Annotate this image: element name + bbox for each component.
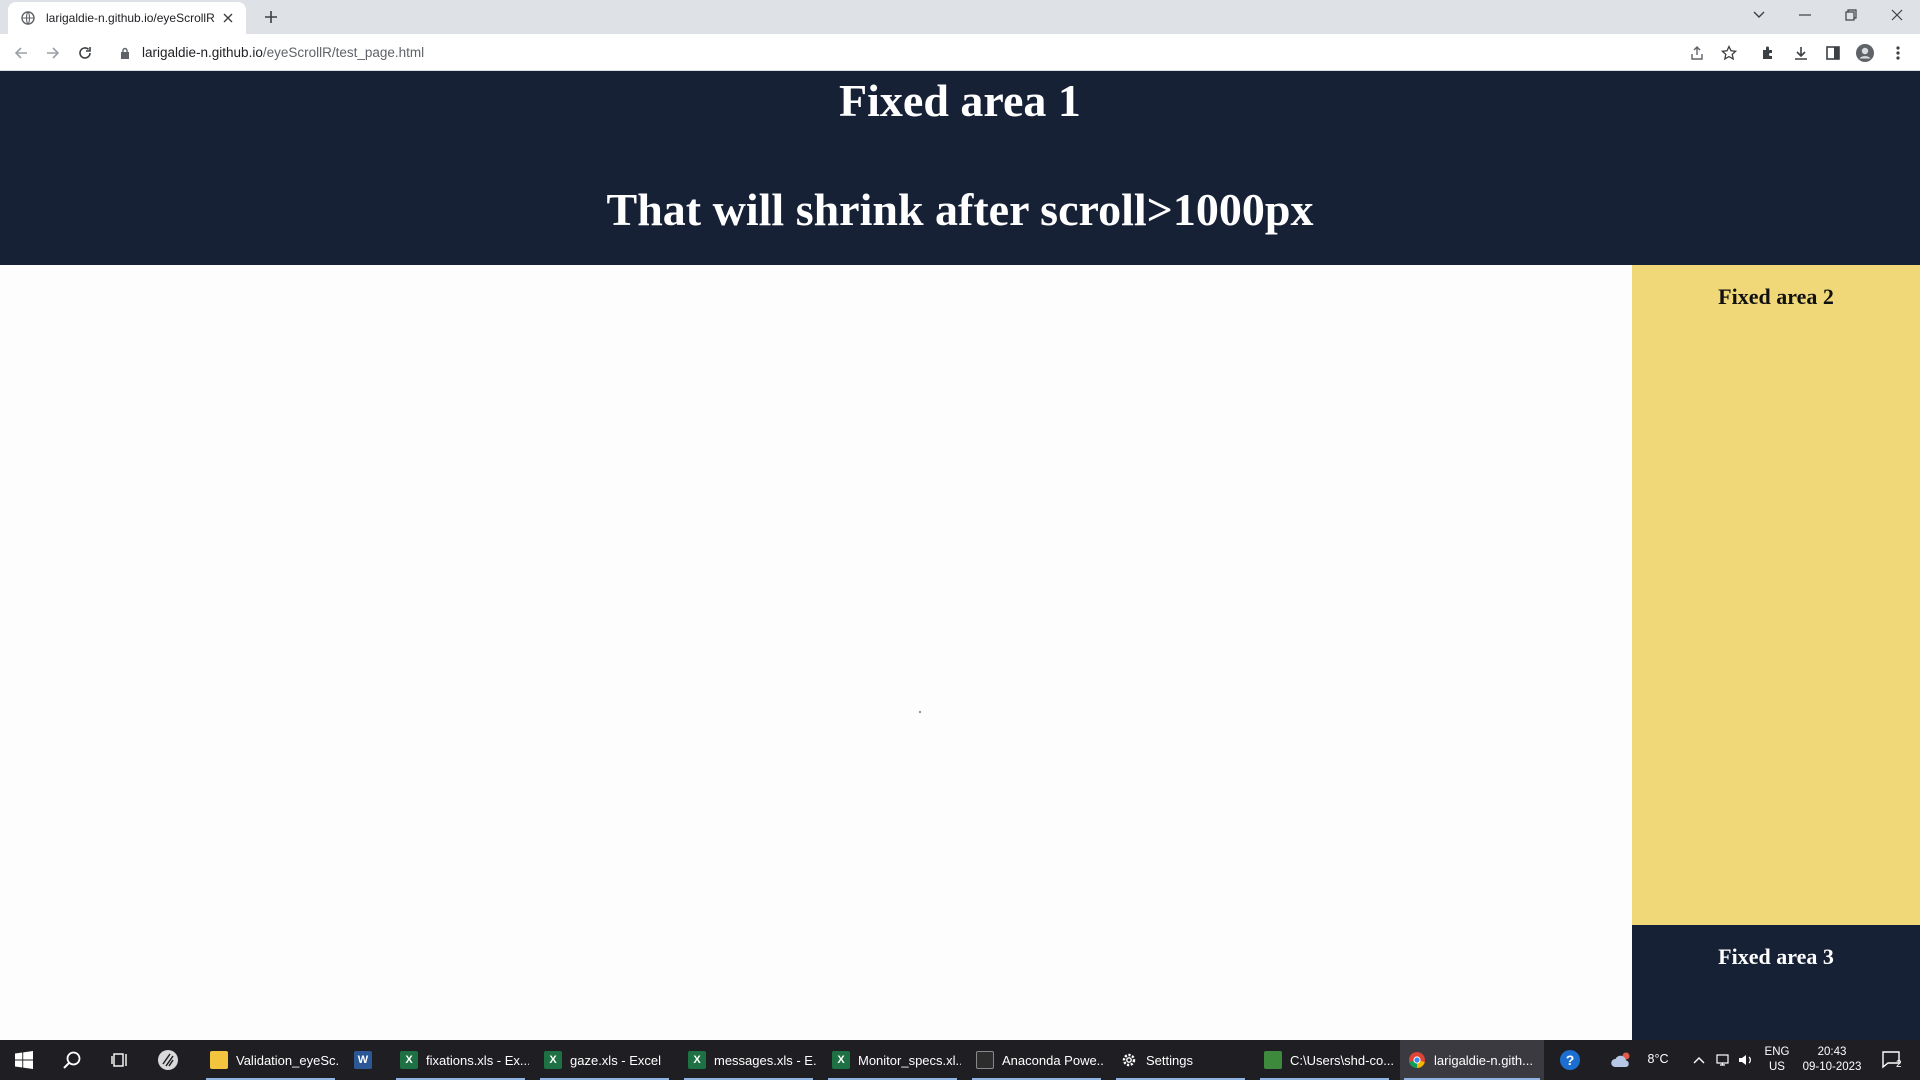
taskbar-task-4[interactable]: X messages.xls - E... [680, 1040, 817, 1080]
back-icon[interactable] [9, 41, 33, 65]
fixed-area-3: Fixed area 3 [1632, 925, 1920, 1040]
taskbar-task-7[interactable]: Settings [1112, 1040, 1249, 1080]
task-label: Settings [1146, 1052, 1193, 1068]
clock-date: 09-10-2023 [1802, 1061, 1862, 1073]
task-label: C:\Users\shd-co... [1290, 1052, 1393, 1068]
browser-tabstrip: larigaldie-n.github.io/eyeScrollR [0, 0, 1920, 34]
chevron-up-icon[interactable] [1688, 1040, 1710, 1080]
fixed-area-2: Fixed area 2 [1632, 265, 1920, 925]
tab-title: larigaldie-n.github.io/eyeScrollR [46, 11, 214, 25]
notepad-icon [1264, 1051, 1282, 1069]
excel-icon: X [688, 1051, 706, 1069]
menu-kebab-icon[interactable] [1886, 41, 1910, 65]
fixed-area-2-label: Fixed area 2 [1718, 284, 1834, 309]
fixed-area-1-title: Fixed area 1 [839, 75, 1081, 126]
task-label: gaze.xls - Excel [570, 1052, 662, 1068]
clock-time: 20:43 [1817, 1046, 1847, 1058]
task-label: messages.xls - E... [714, 1052, 817, 1068]
fixed-area-3-label: Fixed area 3 [1718, 944, 1834, 969]
side-panel-icon[interactable] [1821, 41, 1845, 65]
taskbar-task-1[interactable]: W [346, 1040, 386, 1080]
language-indicator[interactable]: ENG US [1760, 1045, 1794, 1075]
windows-taskbar: Validation_eyeSc... W X fixations.xls - … [0, 1040, 1920, 1080]
gear-icon [1120, 1051, 1138, 1069]
volume-icon[interactable] [1735, 1040, 1757, 1080]
taskbar-task-2[interactable]: X fixations.xls - Ex... [392, 1040, 529, 1080]
share-icon[interactable] [1685, 41, 1709, 65]
taskbar-task-6[interactable]: Anaconda Powe... [968, 1040, 1105, 1080]
help-icon[interactable]: ? [1546, 1040, 1594, 1080]
task-label: Validation_eyeSc... [236, 1052, 339, 1068]
taskbar-task-3[interactable]: X gaze.xls - Excel [536, 1040, 673, 1080]
cursor-dot [919, 711, 921, 713]
url-path: /eyeScrollR/test_page.html [262, 45, 425, 60]
browser-tab[interactable]: larigaldie-n.github.io/eyeScrollR [8, 2, 246, 34]
terminal-icon [976, 1051, 994, 1069]
restore-icon[interactable] [1828, 0, 1874, 30]
weather-cloud-icon[interactable] [1604, 1040, 1640, 1080]
task-label: Anaconda Powe... [1002, 1052, 1105, 1068]
task-label: fixations.xls - Ex... [426, 1052, 529, 1068]
task-view-icon[interactable] [96, 1040, 144, 1080]
clock[interactable]: 20:43 09-10-2023 [1796, 1045, 1868, 1075]
word-icon: W [354, 1051, 372, 1069]
taskbar-task-8[interactable]: C:\Users\shd-co... [1256, 1040, 1393, 1080]
minimize-icon[interactable] [1782, 0, 1828, 30]
keyboard-layout: US [1769, 1061, 1785, 1073]
lock-icon[interactable] [118, 46, 132, 60]
url-host: larigaldie-n.github.io [142, 45, 263, 60]
pinned-app-icon[interactable] [144, 1040, 192, 1080]
web-page-content: Fixed area 1 That will shrink after scro… [0, 71, 1920, 1040]
task-label: larigaldie-n.gith... [1434, 1052, 1533, 1068]
language-code: ENG [1764, 1046, 1790, 1058]
search-icon[interactable] [48, 1040, 96, 1080]
excel-icon: X [544, 1051, 562, 1069]
fixed-area-1: Fixed area 1 That will shrink after scro… [0, 71, 1920, 265]
network-icon[interactable] [1713, 1040, 1735, 1080]
globe-icon [20, 10, 36, 26]
excel-icon: X [832, 1051, 850, 1069]
download-icon[interactable] [1789, 41, 1813, 65]
svg-text:?: ? [1566, 1052, 1575, 1068]
taskbar-task-5[interactable]: X Monitor_specs.xl... [824, 1040, 961, 1080]
reload-icon[interactable] [73, 41, 97, 65]
taskbar-task-0[interactable]: Validation_eyeSc... [202, 1040, 339, 1080]
forward-icon[interactable] [41, 41, 65, 65]
excel-icon: X [400, 1051, 418, 1069]
bookmark-star-icon[interactable] [1717, 41, 1741, 65]
fixed-area-1-subtitle: That will shrink after scroll>1000px [606, 184, 1314, 235]
weather-temp[interactable]: 8°C [1640, 1052, 1676, 1067]
extensions-icon[interactable] [1756, 41, 1780, 65]
profile-avatar-icon[interactable] [1853, 41, 1877, 65]
close-window-icon[interactable] [1874, 0, 1920, 30]
notification-count: 2 [1896, 1059, 1902, 1070]
tab-close-icon[interactable] [220, 10, 236, 26]
taskbar-task-9[interactable]: larigaldie-n.gith... [1400, 1040, 1544, 1080]
folder-icon [210, 1051, 228, 1069]
task-label: Monitor_specs.xl... [858, 1052, 961, 1068]
windows-start-icon[interactable] [0, 1040, 48, 1080]
url-text: larigaldie-n.github.io/eyeScrollR/test_p… [142, 45, 424, 60]
notification-center-icon[interactable]: 2 [1870, 1040, 1914, 1080]
address-bar[interactable]: larigaldie-n.github.io/eyeScrollR/test_p… [108, 38, 1756, 67]
browser-toolbar: larigaldie-n.github.io/eyeScrollR/test_p… [0, 34, 1920, 71]
chrome-icon [1408, 1051, 1426, 1069]
new-tab-icon[interactable] [260, 6, 282, 28]
tab-search-icon[interactable] [1736, 0, 1782, 30]
